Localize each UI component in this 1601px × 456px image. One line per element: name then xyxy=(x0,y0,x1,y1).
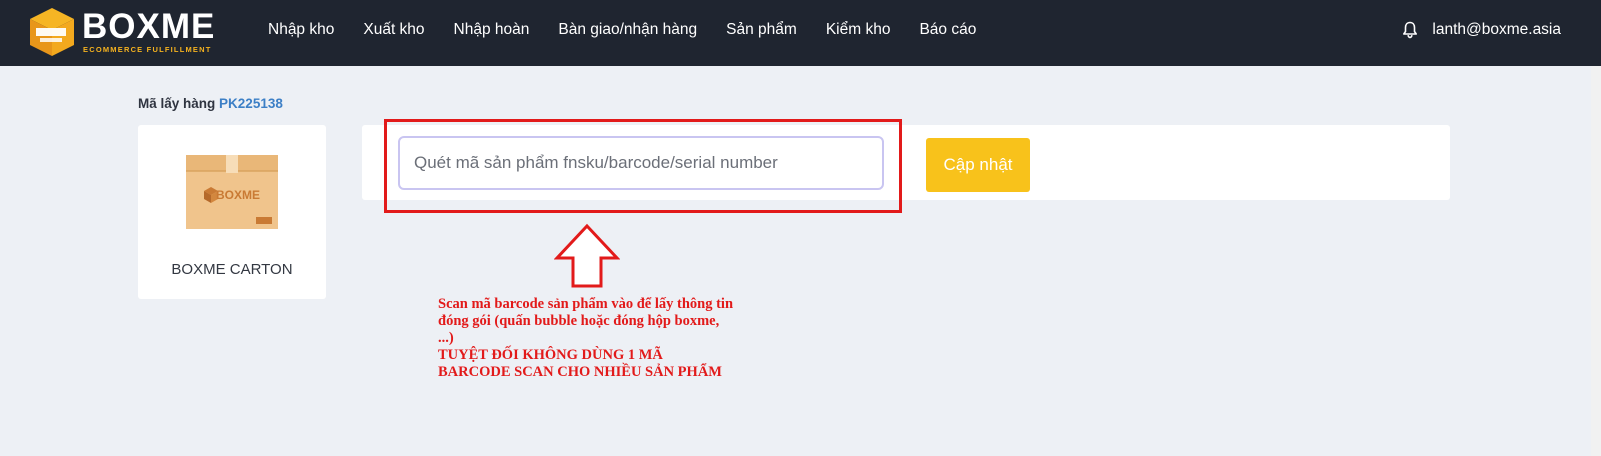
carton-name: BOXME CARTON xyxy=(171,261,293,278)
carton-card[interactable]: BOXME BOXME CARTON xyxy=(138,125,326,299)
carton-box-icon: BOXME xyxy=(186,155,278,229)
top-navbar: BOXME ECOMMERCE FULFILLMENT Nhập kho Xuấ… xyxy=(0,0,1601,66)
boxme-logo[interactable]: BOXME ECOMMERCE FULFILLMENT xyxy=(26,6,226,58)
nav-item-bao-cao[interactable]: Báo cáo xyxy=(919,21,976,39)
user-email[interactable]: lanth@boxme.asia xyxy=(1432,21,1561,39)
nav-item-xuat-kho[interactable]: Xuất kho xyxy=(363,21,424,39)
nav-item-ban-giao[interactable]: Bàn giao/nhận hàng xyxy=(558,21,697,39)
update-button[interactable]: Cập nhật xyxy=(926,138,1030,192)
nav-item-nhap-hoan[interactable]: Nhập hoàn xyxy=(454,21,530,39)
bell-icon[interactable] xyxy=(1402,21,1418,39)
annotation-note: Scan mã barcode sản phẩm vào để lấy thôn… xyxy=(438,296,738,381)
svg-text:BOXME: BOXME xyxy=(216,188,260,202)
page-scrollbar[interactable] xyxy=(1591,66,1601,456)
user-menu[interactable]: lanth@boxme.asia xyxy=(1402,0,1561,60)
up-arrow-icon xyxy=(554,223,620,288)
logo-subtext: ECOMMERCE FULFILLMENT xyxy=(83,45,212,54)
nav-item-kiem-kho[interactable]: Kiểm kho xyxy=(826,21,891,39)
boxme-cube-icon xyxy=(30,8,74,56)
main-nav: Nhập kho Xuất kho Nhập hoàn Bàn giao/nhậ… xyxy=(268,0,1005,60)
pickup-code-label: Mã lấy hàng xyxy=(138,96,216,111)
annotation-instruction: Scan mã barcode sản phẩm vào để lấy thôn… xyxy=(438,296,734,346)
annotation-highlight-box xyxy=(384,119,902,213)
annotation-warning: TUYỆT ĐỐI KHÔNG DÙNG 1 MÃ BARCODE SCAN C… xyxy=(438,347,722,380)
nav-item-nhap-kho[interactable]: Nhập kho xyxy=(268,21,334,39)
pickup-code-value[interactable]: PK225138 xyxy=(219,96,283,111)
logo-text: BOXME xyxy=(82,7,216,46)
pickup-code-row: Mã lấy hàng PK225138 xyxy=(138,96,283,111)
nav-item-san-pham[interactable]: Sản phẩm xyxy=(726,21,797,39)
